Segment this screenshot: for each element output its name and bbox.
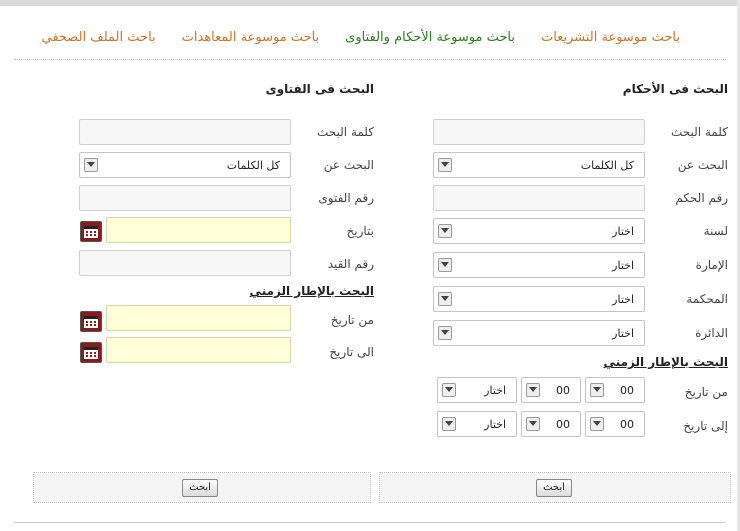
rulings-from-year-value: اختار (484, 384, 506, 397)
rulings-year-label: لسنة (703, 224, 728, 238)
rulings-search-in-value: كل الكلمات (580, 159, 634, 172)
chevron-down-icon (438, 326, 452, 340)
rulings-from-label: من تاريخ (684, 385, 728, 399)
rulings-to-year-select[interactable]: اختار (437, 411, 517, 437)
rulings-keyword-input[interactable] (433, 119, 645, 145)
chevron-down-icon (438, 292, 452, 306)
fatwas-search-in-select[interactable]: كل الكلمات (79, 152, 291, 178)
rulings-circuit-label: الدائرة (695, 326, 728, 340)
chevron-down-icon (526, 383, 540, 397)
rulings-to-year-value: اختار (484, 418, 506, 431)
chevron-down-icon (590, 383, 604, 397)
rulings-timeframe-title: البحث بالإطار الزمني (603, 355, 728, 369)
calendar-icon[interactable] (80, 342, 102, 363)
rulings-emirate-label: الإمارة (695, 258, 728, 272)
fatwas-from-label: من تاريخ (330, 313, 374, 327)
chevron-down-icon (526, 417, 540, 431)
rulings-to-month-value: 00 (556, 418, 570, 431)
rulings-year-value: اختار (612, 225, 634, 238)
rulings-year-select[interactable]: اختار (433, 218, 645, 244)
rulings-to-day-select[interactable]: 00 (585, 411, 645, 437)
calendar-icon[interactable] (80, 311, 102, 332)
tab-legislation[interactable]: باحث موسوعة التشريعات (541, 30, 680, 50)
rulings-court-value: اختار (612, 293, 634, 306)
fatwas-search-in-value: كل الكلمات (226, 159, 280, 172)
fatwas-number-label: رقم الفتوى (318, 191, 374, 205)
rulings-to-day-value: 00 (620, 418, 634, 431)
fatwas-from-date-input[interactable] (106, 305, 291, 331)
fatwas-title: البحث فى الفتاوى (265, 82, 374, 96)
fatwas-record-label: رقم القيد (327, 257, 374, 271)
rulings-from-month-select[interactable]: 00 (521, 377, 581, 403)
chevron-down-icon (438, 158, 452, 172)
fatwas-timeframe-title: البحث بالإطار الزمني (249, 284, 374, 298)
rulings-to-label: إلى تاريخ (683, 419, 728, 433)
rulings-emirate-value: اختار (612, 259, 634, 272)
rulings-emirate-select[interactable]: اختار (433, 252, 645, 278)
rulings-keyword-label: كلمة البحث (670, 125, 728, 139)
rulings-search-in-label: البحث عن (677, 158, 728, 172)
fatwas-keyword-input[interactable] (79, 119, 291, 145)
rulings-from-day-select[interactable]: 00 (585, 377, 645, 403)
fatwas-to-date-input[interactable] (106, 337, 291, 363)
rulings-title: البحث فى الأحكام (622, 82, 728, 96)
rulings-court-label: المحكمة (686, 292, 728, 306)
rulings-from-year-select[interactable]: اختار (437, 377, 517, 403)
top-border (0, 0, 740, 6)
tab-rulings-fatwas[interactable]: باحث موسوعة الأحكام والفتاوى (345, 30, 515, 50)
chevron-down-icon (590, 417, 604, 431)
fatwas-date-label: بتاريخ (346, 224, 375, 238)
rulings-search-button[interactable]: ابحث (536, 479, 572, 497)
rulings-court-select[interactable]: اختار (433, 286, 645, 312)
rulings-number-input[interactable] (433, 185, 645, 211)
chevron-down-icon (84, 158, 98, 172)
chevron-down-icon (442, 417, 456, 431)
rulings-to-month-select[interactable]: 00 (521, 411, 581, 437)
rulings-number-label: رقم الحكم (675, 191, 728, 205)
rulings-circuit-select[interactable]: اختار (433, 320, 645, 346)
tab-press-file[interactable]: باحث الملف الصحفي (42, 30, 156, 50)
rulings-from-day-value: 00 (620, 384, 634, 397)
tab-treaties[interactable]: باحث موسوعة المعاهدات (182, 30, 320, 50)
fatwas-search-button[interactable]: ابحث (182, 479, 218, 497)
calendar-icon[interactable] (80, 221, 102, 242)
chevron-down-icon (438, 224, 452, 238)
fatwas-keyword-label: كلمة البحث (316, 125, 374, 139)
chevron-down-icon (438, 258, 452, 272)
rulings-circuit-value: اختار (612, 327, 634, 340)
fatwas-date-input[interactable] (106, 217, 291, 243)
rulings-from-month-value: 00 (556, 384, 570, 397)
tabs-divider (14, 59, 726, 60)
tab-bar: باحث موسوعة التشريعات باحث موسوعة الأحكا… (40, 30, 681, 50)
chevron-down-icon (442, 383, 456, 397)
bottom-divider (14, 522, 726, 523)
fatwas-number-input[interactable] (79, 185, 291, 211)
fatwas-to-label: الى تاريخ (329, 345, 374, 359)
rulings-search-in-select[interactable]: كل الكلمات (433, 152, 645, 178)
fatwas-record-input[interactable] (79, 250, 291, 276)
fatwas-search-in-label: البحث عن (323, 158, 374, 172)
